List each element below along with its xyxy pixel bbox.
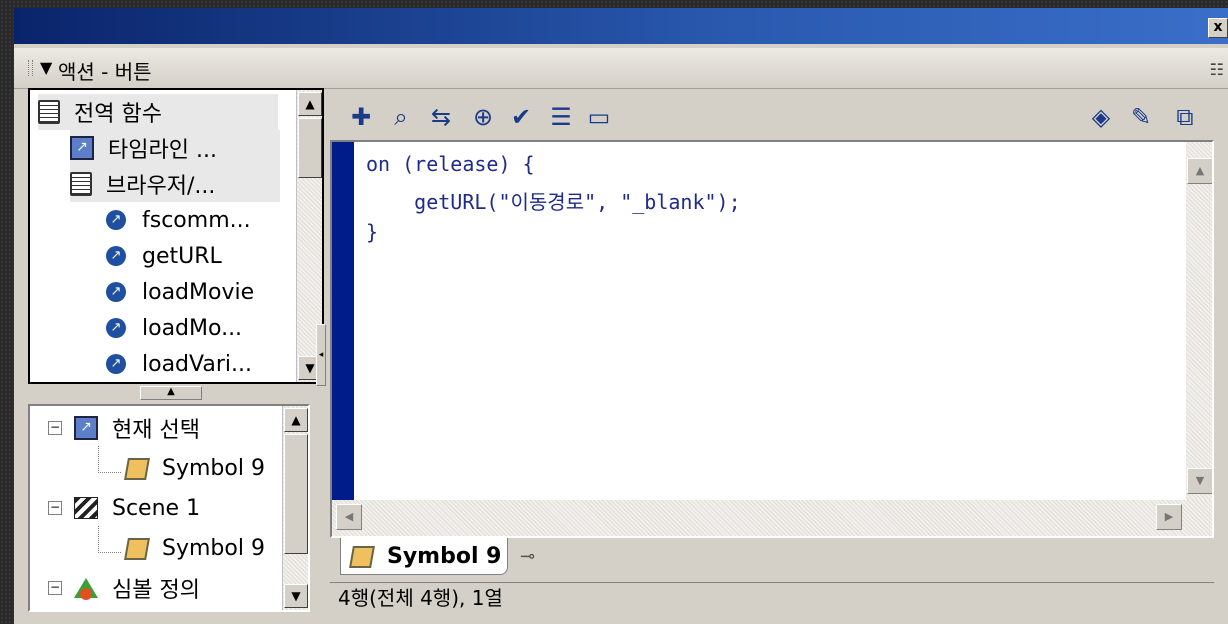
nav-item-current-selection[interactable]: − ↗ 현재 선택 xyxy=(48,410,200,446)
toolbox-item-label: getURL xyxy=(142,243,222,269)
action-circle-icon: ↗ xyxy=(106,318,126,338)
action-circle-icon: ↗ xyxy=(106,210,126,230)
book-icon xyxy=(38,100,60,124)
toolbox-item-loadmovienum[interactable]: ↗ loadMo... xyxy=(106,310,242,346)
target-path-icon[interactable]: ⊕ xyxy=(468,102,498,132)
collapse-toggle[interactable]: − xyxy=(48,501,62,515)
editor-horizontal-scrollbar[interactable]: ◀ ▶ xyxy=(332,500,1212,536)
action-circle-icon: ↗ xyxy=(106,282,126,302)
symbol-icon xyxy=(122,456,148,480)
editor-gutter xyxy=(332,142,354,536)
toolbox-item-label: loadVari... xyxy=(142,351,252,377)
script-assist-icon[interactable]: ✎ xyxy=(1126,102,1156,132)
panel-options-icon[interactable]: ☷ xyxy=(1210,60,1224,79)
scroll-up-button[interactable]: ▲ xyxy=(1187,158,1212,184)
tab-label: Symbol 9 xyxy=(387,543,502,569)
action-circle-icon: ↗ xyxy=(106,246,126,266)
toolbox-item-label: 전역 함수 xyxy=(74,102,162,127)
action-circle-icon: ↗ xyxy=(106,354,126,374)
toolbox-item-label: 브라우저/... xyxy=(106,174,216,199)
tree-connector xyxy=(98,526,121,553)
nav-item-label: 심볼 정의 xyxy=(112,578,200,603)
box-arrow-icon: ↗ xyxy=(74,416,98,440)
toolbox-item-global-functions[interactable]: 전역 함수 xyxy=(38,94,278,130)
symbol-icon xyxy=(122,536,148,560)
nav-item-label: Symbol 9 xyxy=(162,455,265,481)
grip-handle[interactable] xyxy=(28,60,33,76)
nav-item-label: 현재 선택 xyxy=(112,418,200,443)
toolbox-item-loadvariables[interactable]: ↗ loadVari... xyxy=(106,346,252,382)
check-syntax-icon[interactable]: ✔ xyxy=(506,102,536,132)
pane-resize-handle[interactable]: ▲ xyxy=(140,386,202,400)
script-editor[interactable]: on (release) { getURL("이동경로", "_blank");… xyxy=(330,140,1214,538)
nav-item-symbol-9-scene[interactable]: Symbol 9 xyxy=(122,530,265,566)
code-hint-icon[interactable]: ▭ xyxy=(584,102,614,132)
debug-options-icon[interactable]: ◈ xyxy=(1086,102,1116,132)
shapes-icon xyxy=(74,576,98,600)
symbol-icon xyxy=(347,544,373,568)
nav-item-label: Scene 1 xyxy=(112,495,201,521)
script-tabs: Symbol 9 ⊸ xyxy=(330,538,1214,582)
book-icon xyxy=(70,172,92,196)
collapse-toggle[interactable]: − xyxy=(48,421,62,435)
scroll-up-button[interactable]: ▲ xyxy=(284,408,308,432)
code-line-3[interactable]: } xyxy=(366,220,378,244)
toolbox-item-fscommand[interactable]: ↗ fscomm... xyxy=(106,202,251,238)
pin-script-icon[interactable]: ⊸ xyxy=(520,546,535,567)
code-line-2[interactable]: getURL("이동경로", "_blank"); xyxy=(366,186,740,215)
cursor-position-status: 4행(전체 4행), 1열 xyxy=(338,586,503,610)
scroll-down-button[interactable]: ▼ xyxy=(284,584,308,608)
script-toolbar: ✚ ⌕ ⇆ ⊕ ✔ ☰ ▭ ◈ ✎ ⧉ xyxy=(330,92,1214,142)
scroll-down-button[interactable]: ▼ xyxy=(1187,468,1212,494)
script-navigator: − ↗ 현재 선택 Symbol 9 − Scene 1 Symbol 9 − … xyxy=(28,404,310,612)
panel-header[interactable]: ▼ 액션 - 버튼 ☷ xyxy=(14,48,1228,89)
toolbox-item-geturl[interactable]: ↗ getURL xyxy=(106,238,222,274)
close-button[interactable]: x xyxy=(1208,18,1228,38)
code-line-1[interactable]: on (release) { xyxy=(366,152,535,176)
scroll-left-button[interactable]: ◀ xyxy=(336,504,362,530)
clapper-icon xyxy=(74,497,98,519)
find-icon[interactable]: ⌕ xyxy=(386,102,416,132)
actions-toolbox: 전역 함수 ↗ 타임라인 ... 브라우저/... ↗ fscomm... ↗ … xyxy=(28,88,324,384)
tree-connector xyxy=(98,446,121,473)
collapse-toggle[interactable]: − xyxy=(48,581,62,595)
title-bar[interactable]: x xyxy=(14,8,1228,44)
toolbox-item-label: loadMovie xyxy=(142,279,255,305)
toolbox-item-label: loadMo... xyxy=(142,315,243,341)
sidebar-collapse-handle[interactable]: ◂ xyxy=(316,324,326,386)
toolbox-item-label: fscomm... xyxy=(142,207,251,233)
toolbox-item-label: 타임라인 ... xyxy=(108,138,217,163)
editor-vertical-scrollbar[interactable]: ▲ ▼ xyxy=(1186,142,1212,502)
nav-item-symbol-9[interactable]: Symbol 9 xyxy=(122,450,265,486)
scroll-right-button[interactable]: ▶ xyxy=(1156,504,1182,530)
collapse-arrow-icon[interactable]: ▼ xyxy=(40,58,52,77)
nav-item-label: Symbol 9 xyxy=(162,535,265,561)
reference-icon[interactable]: ⧉ xyxy=(1170,102,1200,132)
scroll-thumb[interactable] xyxy=(298,118,322,178)
scroll-thumb[interactable] xyxy=(284,434,308,554)
scroll-up-button[interactable]: ▲ xyxy=(298,92,322,116)
box-arrow-icon: ↗ xyxy=(70,136,94,160)
navigator-scrollbar[interactable]: ▲ ▼ xyxy=(282,406,308,610)
status-bar: 4행(전체 4행), 1열 xyxy=(330,582,1214,614)
toolbox-item-loadmovie[interactable]: ↗ loadMovie xyxy=(106,274,254,310)
nav-item-scene-1[interactable]: − Scene 1 xyxy=(48,490,200,526)
toolbox-item-browser[interactable]: 브라우저/... xyxy=(70,166,280,202)
nav-item-symbol-definitions[interactable]: − 심볼 정의 xyxy=(48,570,200,606)
replace-icon[interactable]: ⇆ xyxy=(426,102,456,132)
add-item-icon[interactable]: ✚ xyxy=(346,102,376,132)
auto-format-icon[interactable]: ☰ xyxy=(546,102,576,132)
toolbox-item-timeline[interactable]: ↗ 타임라인 ... xyxy=(70,130,280,166)
panel-title: 액션 - 버튼 xyxy=(58,60,152,84)
tab-symbol-9[interactable]: Symbol 9 xyxy=(340,538,509,575)
